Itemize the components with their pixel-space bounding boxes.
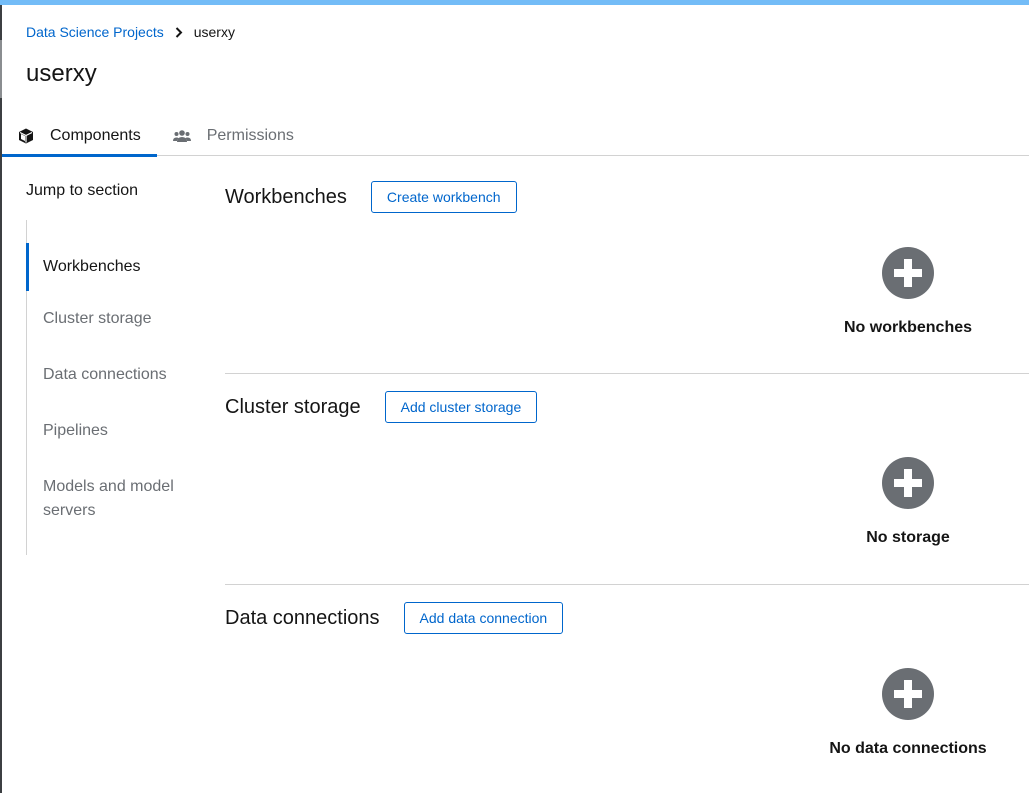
section-title: Workbenches — [225, 185, 347, 208]
empty-state: No storage — [833, 457, 983, 547]
jump-link-workbenches[interactable]: Workbenches — [26, 243, 186, 291]
top-accent-bar — [0, 0, 1029, 5]
plus-circle-icon — [882, 457, 934, 509]
empty-state-title: No workbenches — [843, 319, 973, 336]
add-data-connection-button[interactable]: Add data connection — [403, 602, 564, 634]
create-workbench-button[interactable]: Create workbench — [370, 181, 517, 213]
section-data-connections: Data connections Add data connection No … — [225, 602, 1029, 793]
page-title: userxy — [26, 60, 97, 87]
breadcrumb: Data Science Projects userxy — [26, 24, 235, 40]
users-icon — [172, 129, 191, 143]
section-title: Data connections — [225, 606, 380, 629]
tab-components[interactable]: Components — [2, 116, 157, 157]
section-workbenches: Workbenches Create workbench No workbenc… — [225, 181, 1029, 371]
add-cluster-storage-button[interactable]: Add cluster storage — [384, 391, 538, 423]
breadcrumb-link-projects[interactable]: Data Science Projects — [26, 24, 164, 40]
jump-link-label: Pipelines — [43, 422, 108, 439]
jump-link-label: Data connections — [43, 366, 167, 383]
section-title: Cluster storage — [225, 395, 361, 418]
cube-icon — [18, 128, 34, 144]
jump-link-cluster-storage[interactable]: Cluster storage — [27, 307, 187, 331]
empty-state: No workbenches — [833, 247, 983, 337]
chevron-right-icon — [164, 26, 194, 38]
section-divider — [225, 584, 1029, 585]
jump-link-data-connections[interactable]: Data connections — [27, 363, 187, 387]
plus-circle-icon — [882, 247, 934, 299]
jump-link-label: Cluster storage — [43, 310, 152, 327]
jump-link-label: Models and model servers — [43, 478, 174, 519]
left-edge-highlight — [0, 40, 2, 98]
jump-link-models[interactable]: Models and model servers — [27, 475, 187, 523]
jump-to-section-title: Jump to section — [26, 182, 139, 199]
jump-links-nav: Workbenches Cluster storage Data connect… — [26, 220, 186, 555]
section-divider — [225, 373, 1029, 374]
tab-permissions-label: Permissions — [206, 127, 294, 144]
breadcrumb-current: userxy — [193, 24, 235, 40]
empty-state-title: No data connections — [829, 740, 987, 757]
plus-circle-icon — [882, 668, 934, 720]
tab-permissions[interactable]: Permissions — [157, 116, 310, 156]
empty-state: No data connections — [829, 668, 987, 758]
tab-components-label: Components — [50, 127, 141, 144]
section-cluster-storage: Cluster storage Add cluster storage No s… — [225, 391, 1029, 581]
jump-link-label: Workbenches — [43, 258, 141, 275]
tab-bar: Components Permissions — [2, 116, 1029, 157]
empty-state-title: No storage — [866, 529, 950, 546]
jump-link-pipelines[interactable]: Pipelines — [27, 419, 187, 443]
